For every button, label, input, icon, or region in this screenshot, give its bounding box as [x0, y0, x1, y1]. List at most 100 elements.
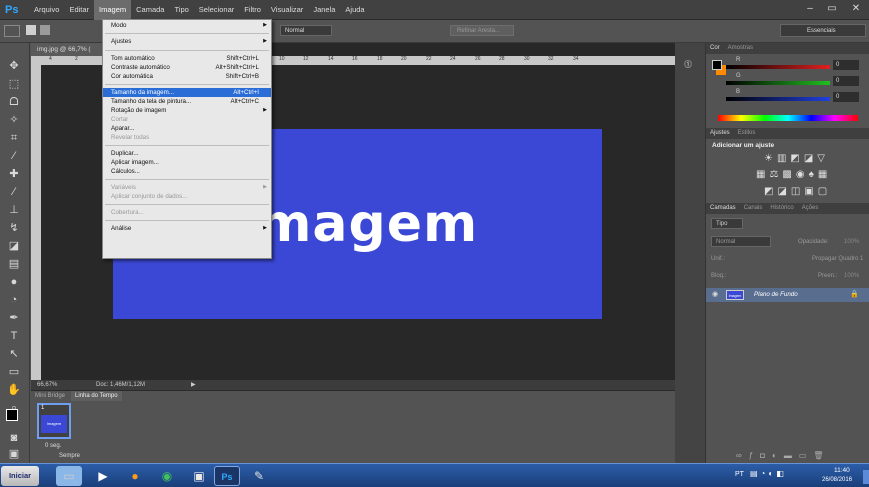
- media-player-icon[interactable]: ▶: [90, 466, 116, 486]
- layer-actions-icons[interactable]: ∞ƒ◘◐▬▭🗑: [736, 451, 831, 460]
- opacity-value[interactable]: 100%: [844, 239, 859, 245]
- menu-visualizar[interactable]: Visualizar: [266, 0, 308, 20]
- language-indicator[interactable]: PT: [735, 471, 744, 478]
- lasso-tool-icon[interactable]: ᗝ: [6, 95, 22, 109]
- chrome-icon[interactable]: ◉: [154, 466, 180, 486]
- path-select-icon[interactable]: ↖: [6, 347, 22, 361]
- tab-ajustes[interactable]: Ajustes: [706, 130, 734, 136]
- status-arrow-icon[interactable]: ▶: [191, 380, 196, 390]
- green-value[interactable]: 0: [833, 76, 859, 86]
- adjustment-icons-row1[interactable]: ☀▥◩◪▽: [764, 153, 829, 164]
- menu-imagem[interactable]: Imagem: [94, 0, 132, 20]
- menu-item-calculos[interactable]: Cálculos...: [103, 167, 271, 176]
- menu-camada[interactable]: Camada: [131, 0, 169, 20]
- clock-time[interactable]: 11:40: [834, 467, 850, 474]
- fg-color-swatch[interactable]: [712, 60, 722, 70]
- start-button[interactable]: Iniciar: [1, 466, 39, 486]
- eraser-tool-icon[interactable]: ◪: [6, 239, 22, 253]
- menu-item-aplicar-conjunto[interactable]: Aplicar conjunto de dados...: [103, 192, 271, 201]
- adjustment-icons-row2[interactable]: ▦⚖▩◉♠▦: [756, 169, 831, 180]
- timeline-frame[interactable]: 1 Imagem: [37, 403, 71, 439]
- tab-canais[interactable]: Canais: [740, 205, 767, 211]
- tab-amostras[interactable]: Amostras: [724, 45, 757, 51]
- menu-item-aparar[interactable]: Aparar...: [103, 124, 271, 133]
- frame-delay[interactable]: 0 seg.: [45, 443, 61, 449]
- red-slider[interactable]: [726, 65, 830, 69]
- tray-icons[interactable]: ▤◔◐◧: [750, 469, 787, 478]
- explorer-icon[interactable]: ▭: [56, 466, 82, 486]
- stamp-tool-icon[interactable]: ⊥: [6, 203, 22, 217]
- blue-value[interactable]: 0: [833, 92, 859, 102]
- green-slider[interactable]: [726, 81, 830, 85]
- menu-janela[interactable]: Janela: [308, 0, 340, 20]
- menu-item-cor-automatica[interactable]: Cor automática Shift+Ctrl+B: [103, 72, 271, 81]
- gradient-tool-icon[interactable]: ▤: [6, 257, 22, 271]
- tab-timeline[interactable]: Linha do Tempo: [71, 391, 122, 401]
- tab-cor[interactable]: Cor: [706, 45, 724, 51]
- brush-tool-icon[interactable]: ∕: [6, 185, 22, 199]
- screen-mode-icon[interactable]: ▣: [6, 447, 22, 461]
- propagate-checkbox[interactable]: Propagar Quadro 1: [812, 256, 863, 262]
- document-tab[interactable]: img.jpg @ 66,7% (: [31, 43, 111, 56]
- menu-item-tamanho-tela[interactable]: Tamanho da tela de pintura... Alt+Ctrl+C: [103, 97, 271, 106]
- tab-acoes[interactable]: Ações: [798, 205, 823, 211]
- new-selection-icon[interactable]: [26, 25, 36, 35]
- menu-ajuda[interactable]: Ajuda: [340, 0, 369, 20]
- menu-item-tom-automatico[interactable]: Tom automático Shift+Ctrl+L: [103, 54, 271, 63]
- tab-historico[interactable]: Histórico: [766, 205, 797, 211]
- menu-item-rotacao[interactable]: Rotação de imagem ▶: [103, 106, 271, 115]
- layer-name[interactable]: Plano de Fundo: [754, 291, 798, 298]
- menu-item-cortar[interactable]: Cortar: [103, 115, 271, 124]
- menu-item-revelar-todas[interactable]: Revelar todas: [103, 133, 271, 142]
- minimize-button[interactable]: –: [799, 0, 821, 18]
- crop-tool-icon[interactable]: ⌗: [6, 131, 22, 145]
- magic-wand-icon[interactable]: ✧: [6, 113, 22, 127]
- app-icon[interactable]: ▣: [186, 466, 212, 486]
- menu-tipo[interactable]: Tipo: [169, 0, 193, 20]
- style-select[interactable]: Normal: [280, 25, 332, 36]
- visibility-eye-icon[interactable]: ◉: [712, 290, 718, 298]
- tab-estilos[interactable]: Estilos: [734, 130, 760, 136]
- move-tool-icon[interactable]: ✥: [6, 59, 22, 73]
- menu-filtro[interactable]: Filtro: [239, 0, 266, 20]
- menu-item-tamanho-imagem[interactable]: Tamanho da imagem... Alt+Ctrl+I: [103, 88, 271, 97]
- menu-item-contraste-automatico[interactable]: Contraste automático Alt+Shift+Ctrl+L: [103, 63, 271, 72]
- tab-mini-bridge[interactable]: Mini Bridge: [31, 391, 69, 401]
- menu-item-aplicar-imagem[interactable]: Aplicar imagem...: [103, 158, 271, 167]
- blue-slider[interactable]: [726, 97, 830, 101]
- eyedropper-icon[interactable]: ⁄: [6, 149, 22, 163]
- marquee-tool-icon[interactable]: [4, 25, 20, 37]
- menu-item-analise[interactable]: Análise ▶: [103, 224, 271, 233]
- menu-item-variaveis[interactable]: Variáveis ▶: [103, 183, 271, 192]
- paint-icon[interactable]: ✎: [246, 466, 272, 486]
- clock-date[interactable]: 26/08/2016: [822, 477, 852, 483]
- firefox-icon[interactable]: ●: [122, 466, 148, 486]
- red-value[interactable]: 0: [833, 60, 859, 70]
- zoom-level[interactable]: 66,67%: [37, 380, 57, 390]
- hand-tool-icon[interactable]: ✋: [6, 383, 22, 397]
- photoshop-taskbar-icon[interactable]: Ps: [214, 466, 240, 486]
- menu-selecionar[interactable]: Selecionar: [194, 0, 239, 20]
- menu-item-duplicar[interactable]: Duplicar...: [103, 149, 271, 158]
- menu-item-cobertura[interactable]: Cobertura...: [103, 208, 271, 217]
- dodge-tool-icon[interactable]: ◔: [6, 293, 22, 307]
- adjustment-icons-row3[interactable]: ◩◪◫▣▢: [764, 186, 831, 197]
- layer-row[interactable]: ◉ Imagem Plano de Fundo 🔒: [706, 288, 869, 302]
- foreground-color-swatch[interactable]: [6, 409, 18, 421]
- color-spectrum[interactable]: [718, 115, 858, 121]
- shape-tool-icon[interactable]: ▭: [6, 365, 22, 379]
- fill-value[interactable]: 100%: [844, 273, 859, 279]
- type-tool-icon[interactable]: T: [6, 329, 22, 343]
- show-desktop-button[interactable]: [863, 470, 869, 484]
- menu-arquivo[interactable]: Arquivo: [29, 0, 64, 20]
- blend-mode-select[interactable]: Normal: [711, 236, 771, 247]
- close-button[interactable]: ✕: [843, 0, 869, 18]
- blur-tool-icon[interactable]: ●: [6, 275, 22, 289]
- info-panel-icon[interactable]: ⓵: [684, 59, 696, 69]
- marquee-tool-icon[interactable]: ⬚: [6, 77, 22, 91]
- loop-select[interactable]: Sempre: [59, 453, 80, 459]
- refine-edge-button[interactable]: Refinar Aresta...: [450, 25, 514, 36]
- add-selection-icon[interactable]: [40, 25, 50, 35]
- pen-tool-icon[interactable]: ✒: [6, 311, 22, 325]
- layer-kind-filter[interactable]: Tipo: [711, 218, 743, 229]
